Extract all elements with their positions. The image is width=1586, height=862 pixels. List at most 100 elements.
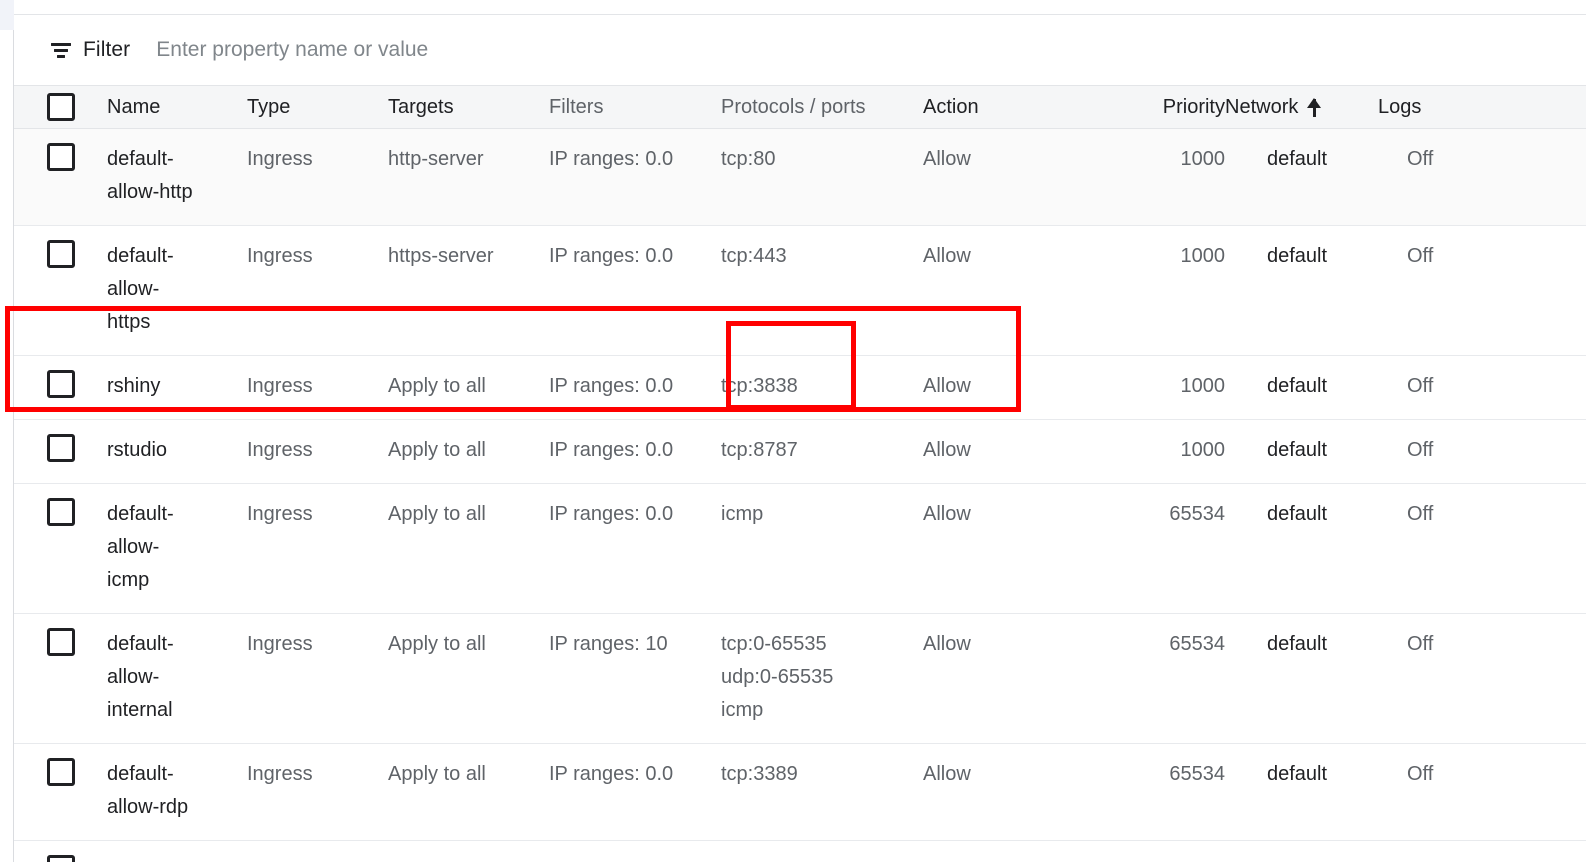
cell-priority: 1000: [1113, 129, 1225, 192]
cell-priority: 65534: [1113, 841, 1225, 862]
cell-priority: 65534: [1113, 744, 1225, 807]
filter-icon[interactable]: [50, 39, 72, 61]
column-header-action[interactable]: Action: [923, 91, 1113, 124]
firewall-rules-table: Name Type Targets Filters Protocols / po…: [14, 86, 1586, 862]
cell-type: Ingress: [247, 614, 388, 677]
cell-network: default: [1225, 356, 1378, 419]
cell-name-line: default-: [107, 240, 247, 273]
column-header-targets[interactable]: Targets: [388, 91, 549, 124]
column-header-protocols-ports[interactable]: Protocols / ports: [721, 91, 923, 124]
cell-name: default-allow-icmp: [107, 484, 247, 613]
cell-protocols-ports: tcp:3389: [721, 744, 923, 807]
cell-filters: IP ranges: 10: [549, 614, 721, 677]
column-header-network-label: Network: [1225, 91, 1298, 124]
row-checkbox[interactable]: [47, 628, 75, 656]
cell-name: default-allow-rdp: [107, 744, 247, 840]
cell-protocols-ports: tcp:0-65535udp:0-65535icmp: [721, 614, 923, 743]
row-checkbox[interactable]: [47, 434, 75, 462]
cell-logs: Off: [1378, 420, 1538, 483]
cell-logs: Off: [1378, 356, 1538, 419]
cell-logs: Off: [1378, 841, 1538, 862]
cell-network: default: [1225, 420, 1378, 483]
cell-name-line: allow-http: [107, 176, 247, 209]
cell-priority: 1000: [1113, 420, 1225, 483]
cell-filters: IP ranges: 0.0: [549, 356, 721, 419]
table-row[interactable]: rstudioIngressApply to allIP ranges: 0.0…: [14, 420, 1586, 484]
cell-action: Allow: [923, 744, 1113, 807]
cell-protocols-ports-line: tcp:80: [721, 143, 923, 176]
left-gutter: [0, 0, 14, 862]
cell-protocols-ports-line: udp:0-65535: [721, 661, 923, 694]
column-header-network[interactable]: Network: [1225, 91, 1378, 124]
table-row[interactable]: default-allow-httpIngresshttp-serverIP r…: [14, 129, 1586, 226]
cell-filters: IP ranges: 0.0: [549, 420, 721, 483]
table-row[interactable]: default-allow-httpsIngresshttps-serverIP…: [14, 226, 1586, 356]
cell-targets: Apply to all: [388, 744, 549, 807]
cell-filters: IP ranges: 0.0: [549, 744, 721, 807]
filter-input[interactable]: [156, 38, 856, 62]
cell-protocols-ports: tcp:443: [721, 226, 923, 289]
table-row[interactable]: default-allow-internalIngressApply to al…: [14, 614, 1586, 744]
column-header-logs[interactable]: Logs: [1378, 91, 1538, 124]
row-checkbox[interactable]: [47, 855, 75, 862]
cell-network: default: [1225, 614, 1378, 677]
cell-action: Allow: [923, 356, 1113, 419]
cell-name-line: allow-: [107, 531, 247, 564]
cell-targets: Apply to all: [388, 356, 549, 419]
firewall-rules-screen: Filter Name Type Targets Filters Protoco…: [0, 0, 1586, 862]
row-checkbox[interactable]: [47, 498, 75, 526]
cell-logs: Off: [1378, 744, 1538, 807]
cell-name-line: default-: [107, 498, 247, 531]
cell-action: Allow: [923, 226, 1113, 289]
cell-name-line: default-: [107, 758, 247, 791]
cell-logs: Off: [1378, 226, 1538, 289]
cell-protocols-ports-line: icmp: [721, 694, 923, 727]
row-checkbox[interactable]: [47, 240, 75, 268]
column-header-name[interactable]: Name: [107, 91, 247, 124]
left-gutter-accent: [0, 0, 14, 30]
cell-protocols-ports-line: tcp:443: [721, 240, 923, 273]
table-row[interactable]: default-allow-icmpIngressApply to allIP …: [14, 484, 1586, 614]
cell-logs: Off: [1378, 484, 1538, 547]
row-select-cell: [14, 614, 107, 672]
cell-name-line: icmp: [107, 564, 247, 597]
row-checkbox[interactable]: [47, 758, 75, 786]
row-checkbox[interactable]: [47, 370, 75, 398]
cell-filters: IP ranges: 0.0: [549, 841, 721, 862]
cell-type: Ingress: [247, 226, 388, 289]
select-all-checkbox[interactable]: [47, 93, 75, 121]
cell-name-line: allow-: [107, 661, 247, 694]
cell-targets: http-server: [388, 129, 549, 192]
cell-name: default-allow-internal: [107, 614, 247, 743]
row-select-cell: [14, 484, 107, 542]
cell-filters: IP ranges: 0.0: [549, 226, 721, 289]
cell-network: default: [1225, 226, 1378, 289]
cell-protocols-ports-line: tcp:8787: [721, 434, 923, 467]
cell-protocols-ports: tcp:22: [721, 841, 923, 862]
cell-action: Allow: [923, 484, 1113, 547]
row-select-cell: [14, 356, 107, 414]
cell-network: default: [1225, 744, 1378, 807]
cell-filters: IP ranges: 0.0: [549, 129, 721, 192]
filter-bar: Filter: [14, 15, 1586, 86]
cell-type: Ingress: [247, 420, 388, 483]
cell-protocols-ports: icmp: [721, 484, 923, 547]
cell-name-line: default-: [107, 855, 247, 862]
cell-action: Allow: [923, 420, 1113, 483]
table-row[interactable]: default-allow-sshIngressApply to allIP r…: [14, 841, 1586, 862]
table-row[interactable]: rshinyIngressApply to allIP ranges: 0.0t…: [14, 356, 1586, 420]
cell-protocols-ports-line: tcp:0-65535: [721, 628, 923, 661]
row-checkbox[interactable]: [47, 143, 75, 171]
cell-targets: Apply to all: [388, 484, 549, 547]
cell-action: Allow: [923, 841, 1113, 862]
column-header-filters[interactable]: Filters: [549, 91, 721, 124]
cell-protocols-ports-line: tcp:3838: [721, 370, 923, 403]
firewall-rules-panel: Filter Name Type Targets Filters Protoco…: [14, 15, 1586, 862]
row-select-cell: [14, 129, 107, 187]
column-header-type[interactable]: Type: [247, 91, 388, 124]
column-header-priority[interactable]: Priority: [1113, 91, 1225, 124]
cell-name-line: https: [107, 306, 247, 339]
cell-priority: 1000: [1113, 356, 1225, 419]
cell-type: Ingress: [247, 356, 388, 419]
table-row[interactable]: default-allow-rdpIngressApply to allIP r…: [14, 744, 1586, 841]
